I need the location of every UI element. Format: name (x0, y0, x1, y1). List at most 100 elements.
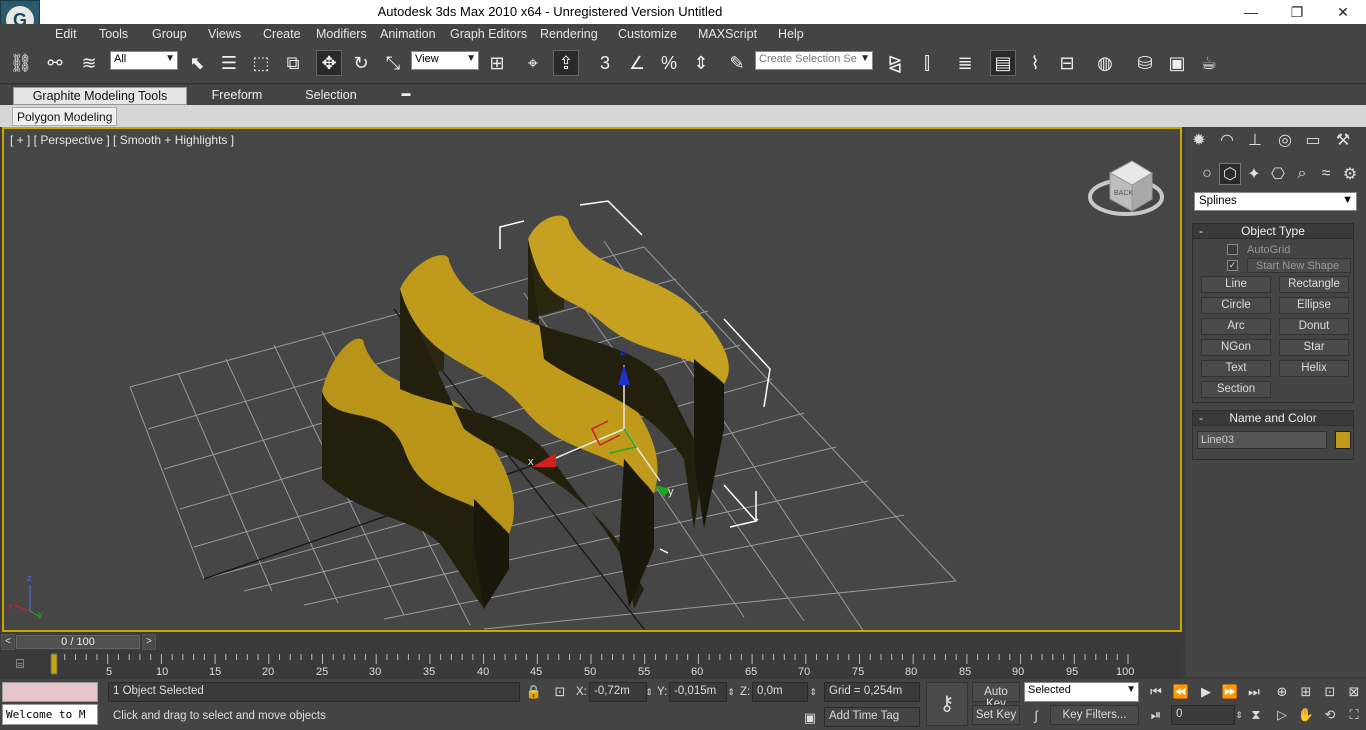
hierarchy-panel-icon[interactable]: ⊥ (1244, 129, 1266, 151)
time-configuration-icon[interactable]: ⧗ (1246, 705, 1266, 725)
set-key-button[interactable]: Set Key (972, 705, 1020, 725)
object-color-swatch[interactable] (1335, 431, 1351, 449)
select-and-link-icon[interactable]: ⛓ (8, 50, 34, 76)
name-and-color-rollout-header[interactable]: - Name and Color (1193, 411, 1353, 426)
field-of-view-icon[interactable]: ▷ (1272, 705, 1292, 725)
key-mode-toggle-icon[interactable]: ⏯ (1146, 705, 1166, 725)
viewport-label-menu[interactable]: [ + ] [ Perspective ] [ Smooth + Highlig… (10, 133, 234, 147)
autogrid-checkbox[interactable] (1227, 244, 1238, 255)
geometry-category-icon[interactable]: ○ (1196, 163, 1218, 185)
maxscript-mini-listener-output[interactable] (2, 682, 98, 702)
tab-freeform[interactable]: Freeform (200, 87, 274, 105)
zoom-extents-icon[interactable]: ⊡ (1320, 682, 1340, 702)
zoom-icon[interactable]: ⊕ (1272, 682, 1292, 702)
space-warps-category-icon[interactable]: ≈ (1315, 163, 1337, 185)
menu-customize[interactable]: Customize (618, 27, 677, 41)
align-icon[interactable]: ⫿ (914, 50, 940, 76)
graphite-toggle-icon[interactable]: ▤ (990, 50, 1016, 76)
menu-modifiers[interactable]: Modifiers (316, 27, 367, 41)
go-to-start-icon[interactable]: ⏮ (1146, 682, 1166, 702)
star-button[interactable]: Star (1279, 339, 1349, 356)
time-slider-thumb[interactable]: 0 / 100 (16, 635, 140, 649)
y-spinner-icon[interactable]: ⇕ (726, 682, 736, 702)
line-button[interactable]: Line (1201, 276, 1271, 293)
curve-editor-icon[interactable]: ⌇ (1022, 50, 1048, 76)
zoom-extents-all-icon[interactable]: ⊠ (1344, 682, 1364, 702)
menu-views[interactable]: Views (208, 27, 241, 41)
menu-animation[interactable]: Animation (380, 27, 436, 41)
pivot-center-icon[interactable]: ⊞ (484, 50, 510, 76)
material-editor-icon[interactable]: ◍ (1092, 50, 1118, 76)
start-new-shape-checkbox[interactable]: ✓ (1227, 260, 1238, 271)
absolute-mode-icon[interactable]: ⊡ (550, 682, 570, 702)
systems-category-icon[interactable]: ⚙ (1339, 163, 1361, 185)
menu-graph-editors[interactable]: Graph Editors (450, 27, 527, 41)
mirror-icon[interactable]: ⧎ (882, 50, 908, 76)
close-button[interactable]: ✕ (1320, 0, 1366, 24)
arc-button[interactable]: Arc (1201, 318, 1271, 335)
next-frame-icon[interactable]: ⏩ (1220, 682, 1240, 702)
snaps-toggle-icon[interactable]: 3 (592, 50, 618, 76)
track-bar[interactable]: ⌸ 5 10 15 20 25 30 35 40 45 50 55 60 65 … (0, 650, 1182, 679)
reference-coordinate-dropdown[interactable]: View ▼ (411, 51, 479, 70)
start-new-shape-button[interactable]: Start New Shape (1247, 258, 1351, 273)
menu-rendering[interactable]: Rendering (540, 27, 598, 41)
helix-button[interactable]: Helix (1279, 360, 1349, 377)
viewcube[interactable]: BACK (1088, 160, 1164, 216)
keyboard-shortcut-override-icon[interactable]: ⇪ (553, 50, 579, 76)
previous-frame-icon[interactable]: ⏪ (1171, 682, 1191, 702)
cameras-category-icon[interactable]: ⎔ (1267, 163, 1289, 185)
percent-snap-icon[interactable]: % (656, 50, 682, 76)
ngon-button[interactable]: NGon (1201, 339, 1271, 356)
named-selection-sets-dropdown[interactable]: Create Selection Se ▼ (755, 51, 873, 70)
current-frame-field[interactable]: 0 (1171, 705, 1235, 725)
rectangle-button[interactable]: Rectangle (1279, 276, 1349, 293)
ribbon-options-icon[interactable]: ▬ (398, 87, 414, 105)
render-production-icon[interactable]: ☕ (1196, 50, 1222, 76)
object-category-dropdown[interactable]: Splines ▼ (1194, 192, 1357, 211)
menu-tools[interactable]: Tools (99, 27, 128, 41)
play-icon[interactable]: ▶ (1196, 682, 1216, 702)
orbit-icon[interactable]: ⟲ (1320, 705, 1340, 725)
y-coordinate-field[interactable]: -0,015m (669, 682, 727, 702)
selection-filter-dropdown[interactable]: All ▼ (110, 51, 178, 70)
select-manipulate-icon[interactable]: ⌖ (520, 50, 546, 76)
object-type-rollout-header[interactable]: - Object Type (1193, 224, 1353, 239)
menu-create[interactable]: Create (263, 27, 301, 41)
edit-named-selection-icon[interactable]: ✎ (724, 50, 750, 76)
perspective-viewport[interactable]: z x y BACK z x y [ + ] [ Perspective] [… (2, 127, 1182, 632)
time-slider-next-button[interactable]: > (142, 634, 156, 650)
motion-panel-icon[interactable]: ◎ (1274, 129, 1296, 151)
tab-selection[interactable]: Selection (294, 87, 368, 105)
zoom-all-icon[interactable]: ⊞ (1296, 682, 1316, 702)
menu-edit[interactable]: Edit (55, 27, 77, 41)
frame-spinner-icon[interactable]: ⇕ (1234, 705, 1244, 725)
bind-to-space-warp-icon[interactable]: ≋ (76, 50, 102, 76)
select-and-move-icon[interactable]: ✥ (316, 50, 342, 76)
maximize-viewport-icon[interactable]: ⛶ (1344, 705, 1364, 725)
ellipse-button[interactable]: Ellipse (1279, 297, 1349, 314)
lights-category-icon[interactable]: ✦ (1243, 163, 1265, 185)
circle-button[interactable]: Circle (1201, 297, 1271, 314)
minimize-button[interactable]: — (1228, 0, 1274, 24)
display-panel-icon[interactable]: ▭ (1302, 129, 1324, 151)
default-in-out-tangents-icon[interactable]: ∫ (1026, 705, 1046, 725)
time-tag-icon[interactable]: ▣ (800, 708, 820, 728)
restore-button[interactable]: ❐ (1274, 0, 1320, 24)
key-filter-selection-dropdown[interactable]: Selected ▼ (1024, 682, 1139, 702)
tab-graphite-modeling-tools[interactable]: Graphite Modeling Tools (13, 87, 187, 105)
render-setup-icon[interactable]: ⛁ (1132, 50, 1158, 76)
select-and-rotate-icon[interactable]: ↻ (348, 50, 374, 76)
add-time-tag-button[interactable]: Add Time Tag (824, 707, 920, 727)
menu-help[interactable]: Help (778, 27, 804, 41)
shapes-category-icon[interactable]: ⬡ (1219, 163, 1241, 185)
maxscript-mini-listener-input[interactable]: Welcome to M (2, 704, 98, 725)
menu-maxscript[interactable]: MAXScript (698, 27, 757, 41)
current-frame-marker[interactable] (50, 653, 58, 675)
text-button[interactable]: Text (1201, 360, 1271, 377)
go-to-end-icon[interactable]: ⏭ (1244, 682, 1264, 702)
schematic-view-icon[interactable]: ⊟ (1054, 50, 1080, 76)
select-by-name-icon[interactable]: ☰ (216, 50, 242, 76)
pan-view-icon[interactable]: ✋ (1296, 705, 1316, 725)
z-spinner-icon[interactable]: ⇕ (808, 682, 818, 702)
